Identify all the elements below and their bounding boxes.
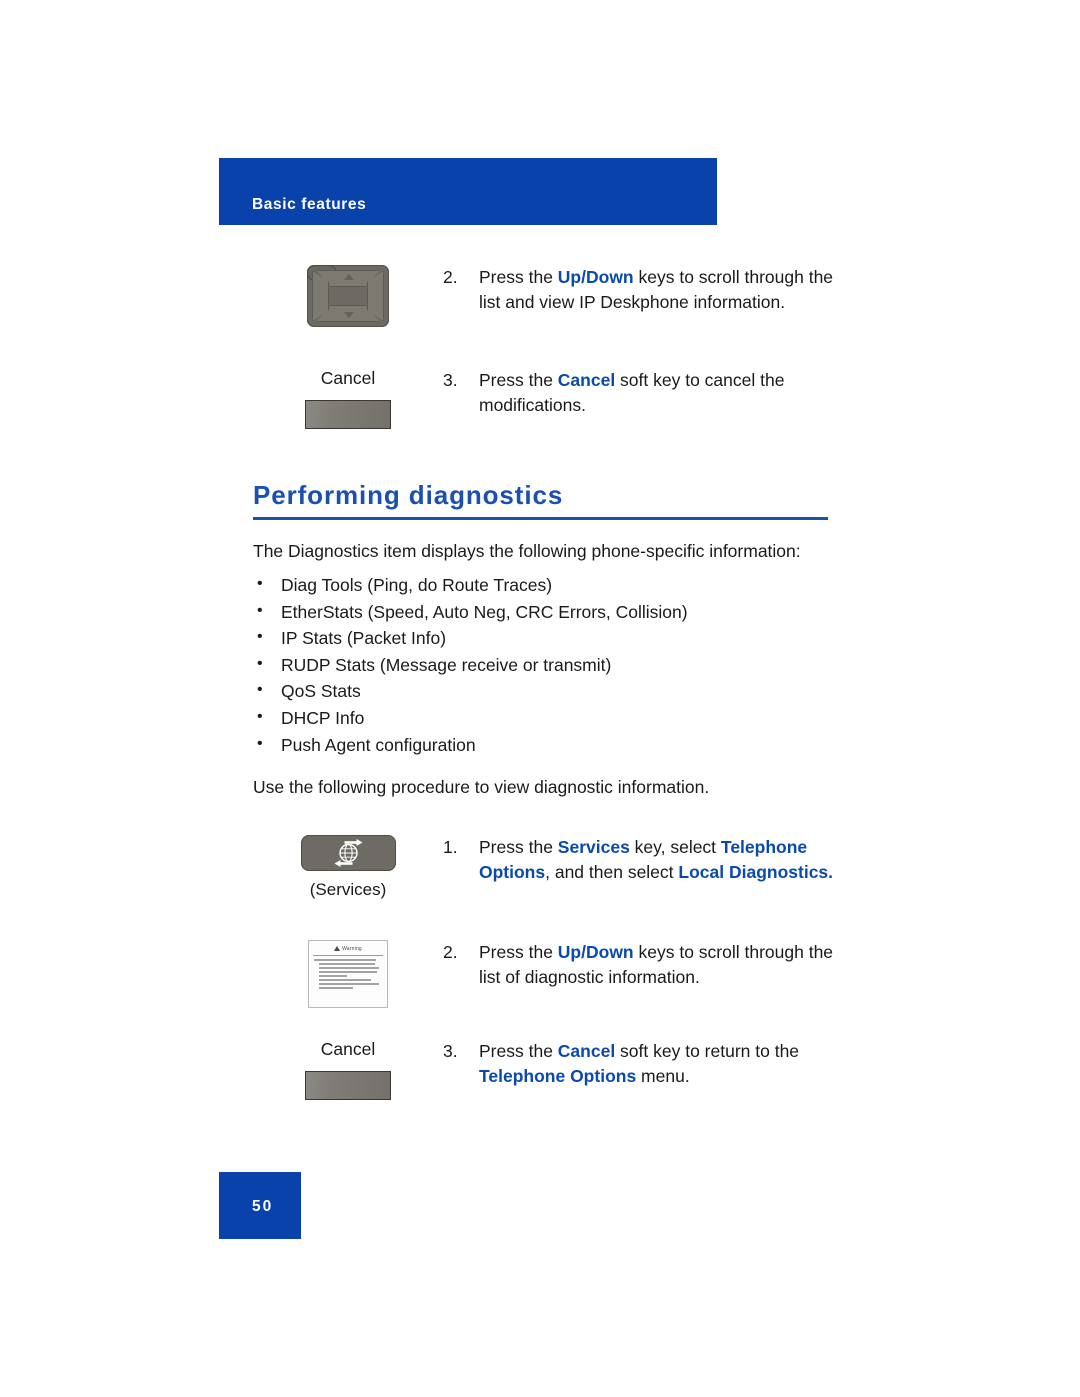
- step-text: Press the Services key, select Telephone…: [479, 837, 834, 882]
- up-down-key-term: Up/Down: [557, 942, 634, 962]
- step-number: 2.: [443, 942, 458, 962]
- heading-underline-rule: [253, 517, 828, 520]
- step-body: 3. Press the Cancel soft key to return t…: [443, 1039, 839, 1089]
- step-art-navigation-key: [253, 265, 443, 327]
- step-art-cancel-softkey: Cancel: [253, 1039, 443, 1100]
- screen-thumb-text-line: [319, 987, 353, 989]
- nav-down-arrow-icon: [344, 312, 354, 318]
- list-item: QoS Stats: [253, 677, 688, 705]
- chapter-header-band: Basic features: [219, 158, 717, 225]
- chapter-title: Basic features: [252, 196, 367, 213]
- section-intro-paragraph: The Diagnostics item displays the follow…: [253, 541, 801, 561]
- up-down-key-term: Up/Down: [557, 267, 634, 287]
- diagnostics-bullet-list: Diag Tools (Ping, do Route Traces) Ether…: [253, 571, 688, 759]
- step-text: Press the Up/Down keys to scroll through…: [479, 267, 834, 312]
- step-row-top-3: Cancel 3. Press the Cancel soft key to c…: [253, 368, 839, 429]
- telephone-options-term: Telephone Options: [479, 1066, 637, 1086]
- page-number: 50: [252, 1198, 274, 1215]
- step-body: 2. Press the Up/Down keys to scroll thro…: [443, 940, 839, 990]
- list-item: IP Stats (Packet Info): [253, 624, 688, 652]
- diagnostics-screen-thumbnail: Warning: [308, 940, 388, 1008]
- cancel-soft-key-icon: [305, 400, 391, 429]
- globe-arrows-icon: [334, 839, 362, 867]
- screen-thumb-text-line: [314, 959, 376, 961]
- list-item: DHCP Info: [253, 704, 688, 732]
- section-heading-block: Performing diagnostics: [253, 480, 828, 520]
- step-body: 2. Press the Up/Down keys to scroll thro…: [443, 265, 839, 315]
- softkey-label: Cancel: [320, 368, 376, 388]
- step-number: 3.: [443, 1041, 458, 1061]
- screen-thumb-title-text: Warning: [342, 946, 362, 952]
- step-number: 1.: [443, 837, 458, 857]
- services-key-term: Services: [557, 837, 630, 857]
- step-text: Press the Cancel soft key to return to t…: [479, 1041, 800, 1086]
- services-key-label: (Services): [309, 880, 387, 899]
- screen-thumb-title: Warning: [309, 946, 387, 952]
- step-row-top-2: 2. Press the Up/Down keys to scroll thro…: [253, 265, 839, 327]
- cancel-key-term: Cancel: [557, 1041, 616, 1061]
- step-body: 3. Press the Cancel soft key to cancel t…: [443, 368, 839, 418]
- step-text: Press the Cancel soft key to cancel the …: [479, 370, 785, 415]
- page-title: Performing diagnostics: [253, 480, 564, 510]
- list-item: Diag Tools (Ping, do Route Traces): [253, 571, 688, 599]
- step-row-procedure-2: Warning 2. Press the Up/Down keys to scr…: [253, 940, 839, 1008]
- cancel-key-term: Cancel: [557, 370, 616, 390]
- screen-thumb-text-line: [319, 971, 377, 973]
- step-art-cancel-softkey: Cancel: [253, 368, 443, 429]
- step-body: 1. Press the Services key, select Teleph…: [443, 835, 839, 885]
- services-key-icon: [300, 835, 396, 871]
- local-diagnostics-term: Local Diagnostics.: [678, 862, 834, 882]
- screen-thumb-text-line: [319, 963, 375, 965]
- page-number-band: 50: [219, 1172, 301, 1239]
- list-item: EtherStats (Speed, Auto Neg, CRC Errors,…: [253, 598, 688, 626]
- screen-thumb-rule: [313, 955, 383, 956]
- step-row-procedure-3: Cancel 3. Press the Cancel soft key to r…: [253, 1039, 839, 1100]
- navigation-cluster-key-icon: [307, 265, 389, 327]
- nav-up-arrow-icon: [344, 274, 354, 280]
- procedure-intro-paragraph: Use the following procedure to view diag…: [253, 777, 710, 797]
- step-number: 2.: [443, 267, 458, 287]
- screen-thumb-text-line: [319, 979, 371, 981]
- screen-thumb-text-line: [319, 983, 379, 985]
- warning-triangle-icon: [334, 946, 341, 952]
- list-item: Push Agent configuration: [253, 731, 688, 759]
- screen-thumb-text-line: [319, 967, 379, 969]
- cancel-soft-key-icon: [305, 1071, 391, 1100]
- list-item: RUDP Stats (Message receive or transmit): [253, 651, 688, 679]
- step-art-screen-thumbnail: Warning: [253, 940, 443, 1008]
- step-number: 3.: [443, 370, 458, 390]
- step-row-procedure-1: (Services) 1. Press the Services key, se…: [253, 835, 839, 900]
- screen-thumb-text-line: [319, 975, 347, 977]
- softkey-label: Cancel: [320, 1039, 376, 1059]
- step-text: Press the Up/Down keys to scroll through…: [479, 942, 834, 987]
- step-art-services-key: (Services): [253, 835, 443, 900]
